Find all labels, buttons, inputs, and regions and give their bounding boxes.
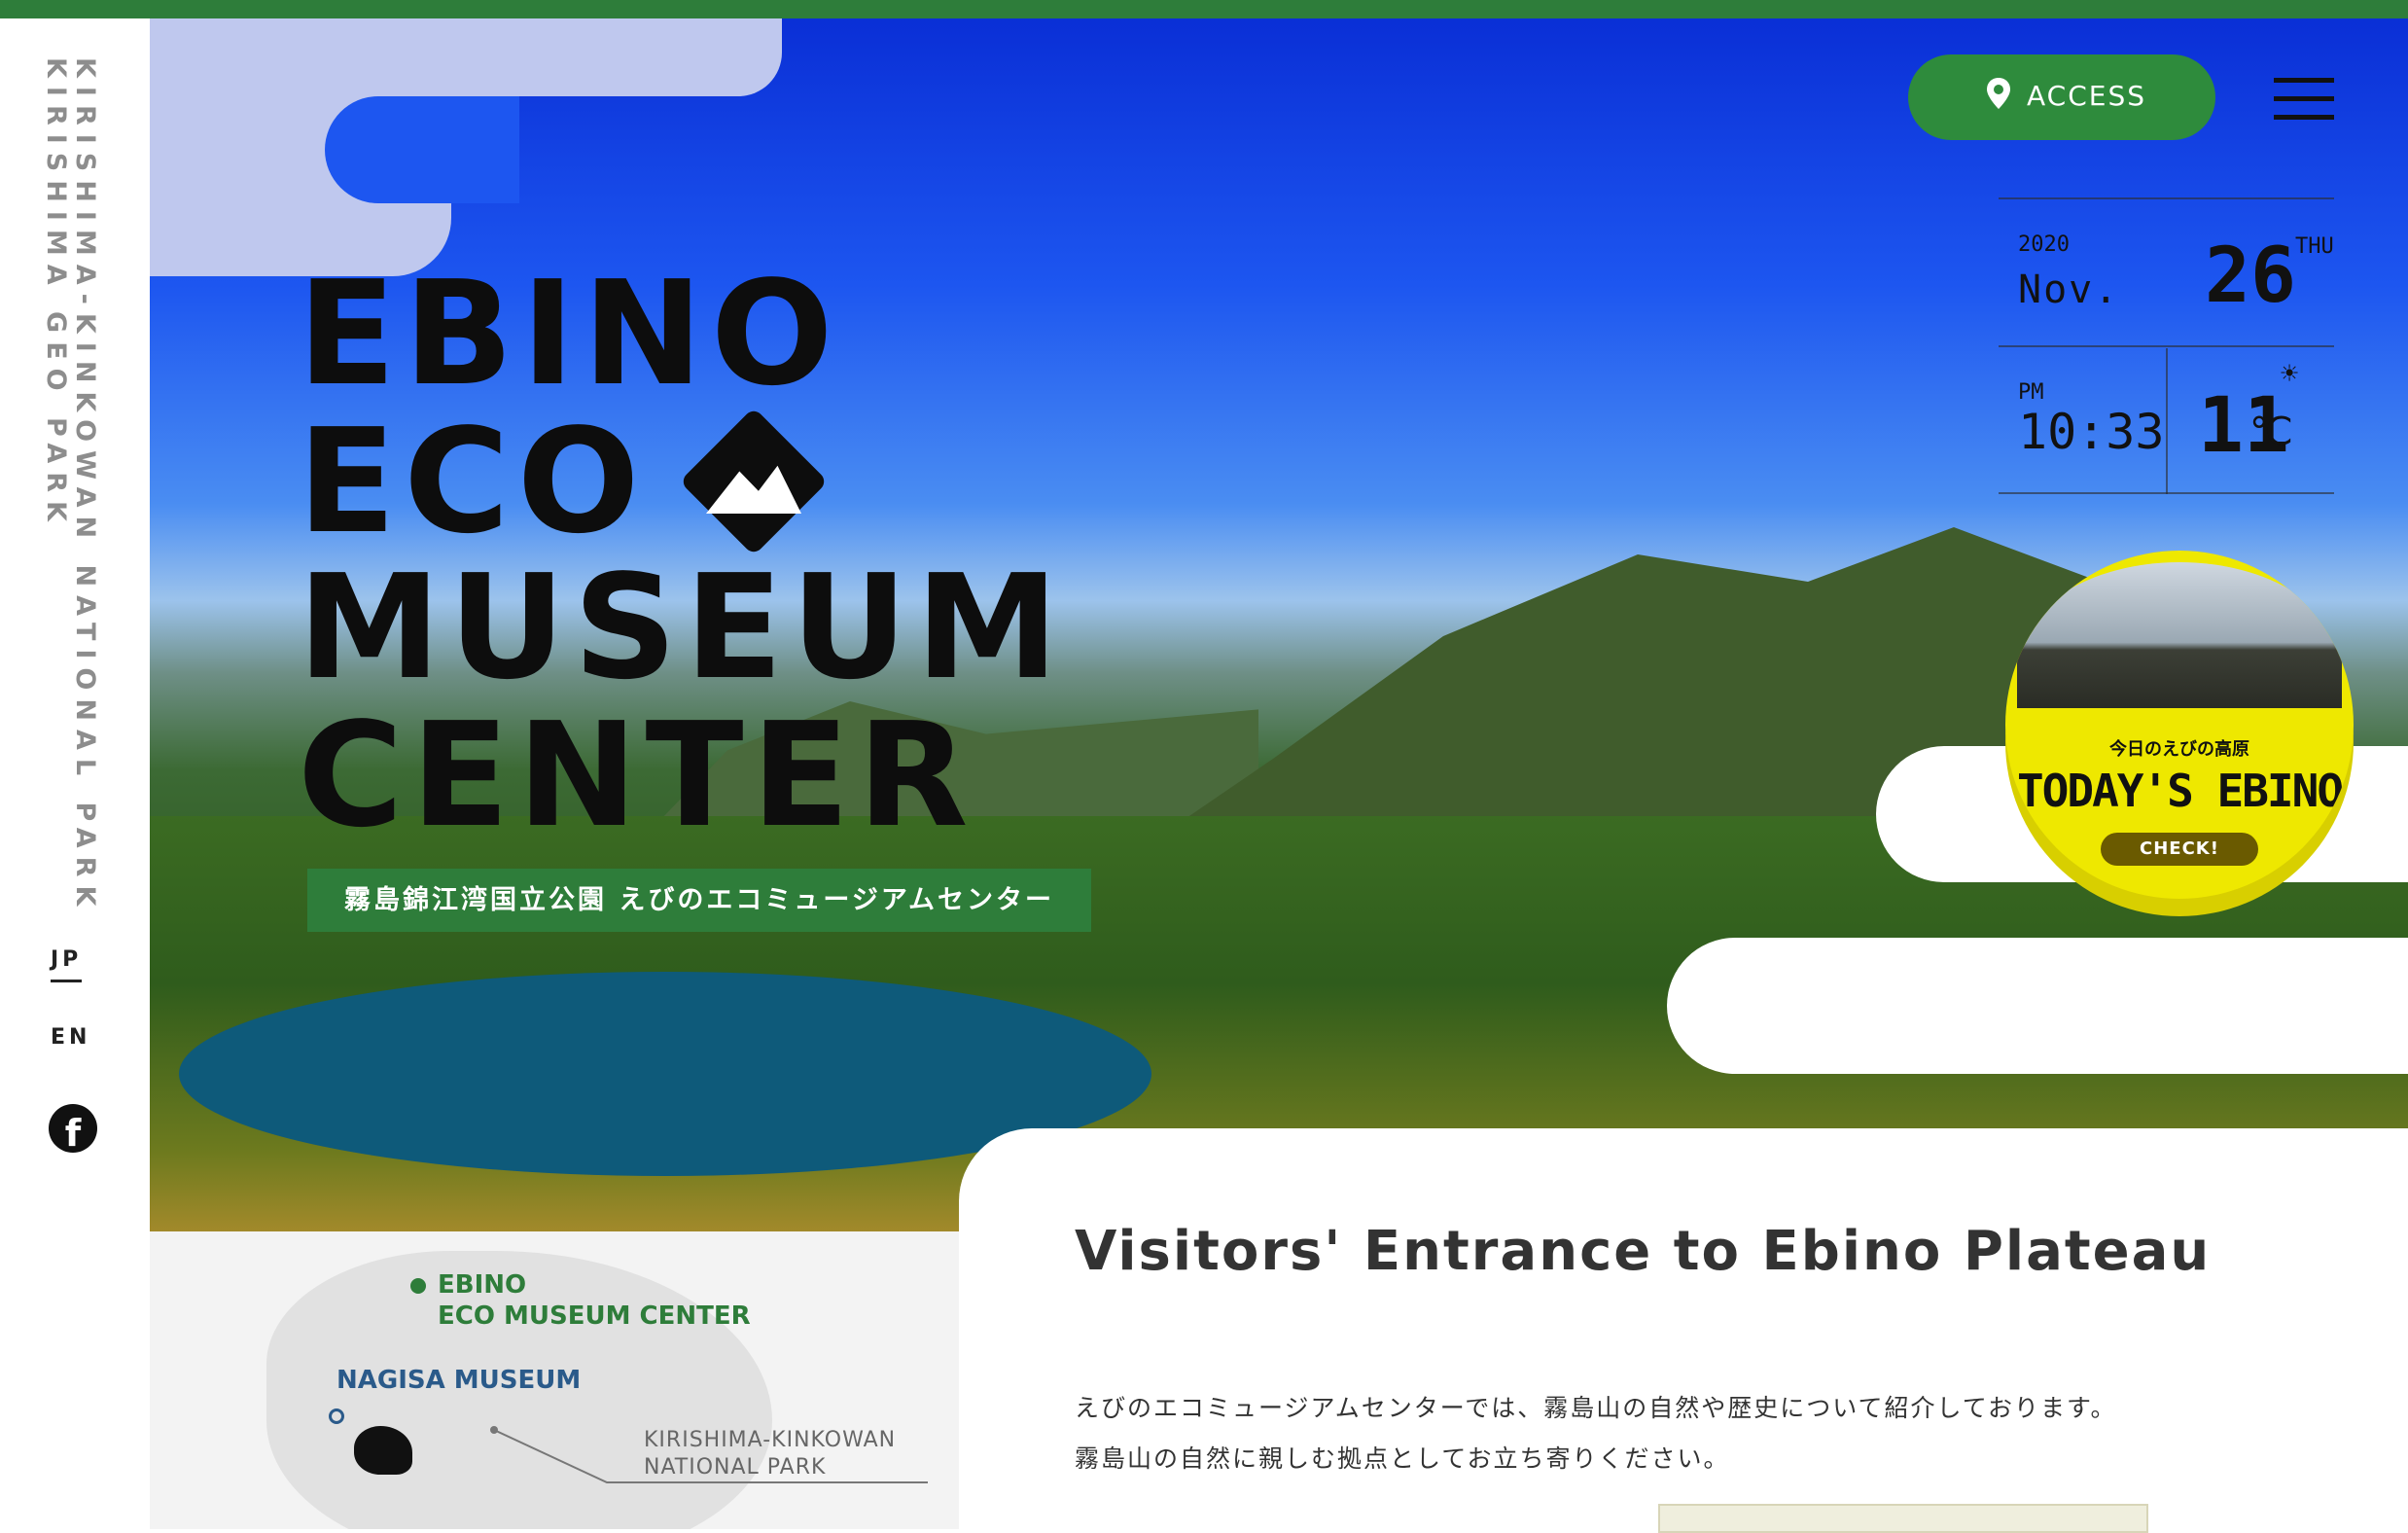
intro-heading: Visitors' Entrance to Ebino Plateau (1075, 1220, 2212, 1283)
cloud-decoration (325, 96, 519, 203)
site-subtitle: 霧島錦江湾国立公園 えびのエコミュージアムセンター (307, 869, 1091, 932)
time-ampm: PM (2018, 380, 2044, 405)
date-day: 26 (2205, 232, 2296, 320)
map-label-ebino-center[interactable]: ECO MUSEUM CENTER (438, 1301, 751, 1331)
current-time: 10:33 (2018, 404, 2165, 460)
site-title-line: ECO (298, 398, 648, 565)
map-label-national-park: KIRISHIMA-KINKOWAN (644, 1428, 897, 1452)
temperature-unit: ℃ (2249, 410, 2293, 454)
ebino-marker-icon (410, 1278, 426, 1294)
nagisa-marker-icon (329, 1408, 344, 1424)
cloud-decoration (150, 18, 782, 96)
site-title-line: EBINO (298, 250, 841, 417)
facebook-icon[interactable]: f (49, 1104, 97, 1153)
todays-ebino-jp-label: 今日のえびの高原 (2109, 739, 2249, 760)
date-weather-widget: 2020 Nov. 26 THU PM 10:33 11 ℃ ☀ (1999, 197, 2334, 494)
sidebar-geo-park-title: KIRISHIMA GEO PARK (41, 57, 71, 530)
cloud-decoration (1667, 938, 2408, 1074)
sidebar: KIRISHIMA-KINKOWAN NATIONAL PARK KIRISHI… (0, 18, 150, 1529)
date-month: Nov. (2018, 267, 2120, 312)
map-label-national-park: NATIONAL PARK (644, 1455, 827, 1480)
site-title-line: MUSEUM (298, 544, 1067, 711)
sidebar-national-park-title: KIRISHIMA-KINKOWAN NATIONAL PARK (70, 57, 100, 915)
todays-ebino-check-button[interactable]: CHECK! (2101, 833, 2258, 866)
date-weekday: THU (2295, 234, 2334, 259)
hamburger-menu-icon[interactable] (2274, 78, 2334, 121)
date-year: 2020 (2018, 232, 2070, 257)
language-en-link[interactable]: EN (51, 1025, 90, 1050)
location-pin-icon (1987, 78, 2010, 109)
access-button[interactable]: ACCESS (1908, 54, 2215, 140)
map-label-nagisa[interactable]: NAGISA MUSEUM (336, 1366, 581, 1395)
site-title-line: CENTER (298, 692, 976, 859)
map-island-shape (354, 1426, 412, 1475)
area-map: EBINO ECO MUSEUM CENTER NAGISA MUSEUM KI… (150, 1231, 959, 1529)
todays-ebino-badge[interactable]: 今日のえびの高原 TODAY'S EBINO CHECK! (2005, 551, 2354, 899)
todays-ebino-title: TODAY'S EBINO (2016, 765, 2344, 817)
map-label-ebino[interactable]: EBINO (438, 1270, 526, 1300)
widget-divider (2166, 348, 2168, 494)
access-label: ACCESS (2027, 80, 2147, 112)
sun-icon: ☀ (2281, 357, 2299, 391)
intro-paragraph: 霧島山の自然に親しむ拠点としてお立ち寄りください。 (1075, 1444, 1730, 1473)
top-accent-bar (0, 0, 2408, 18)
language-jp-link[interactable]: JP (51, 947, 83, 982)
intro-paragraph: えびのエコミュージアムセンターでは、霧島山の自然や歴史について紹介しております。 (1075, 1394, 2117, 1422)
